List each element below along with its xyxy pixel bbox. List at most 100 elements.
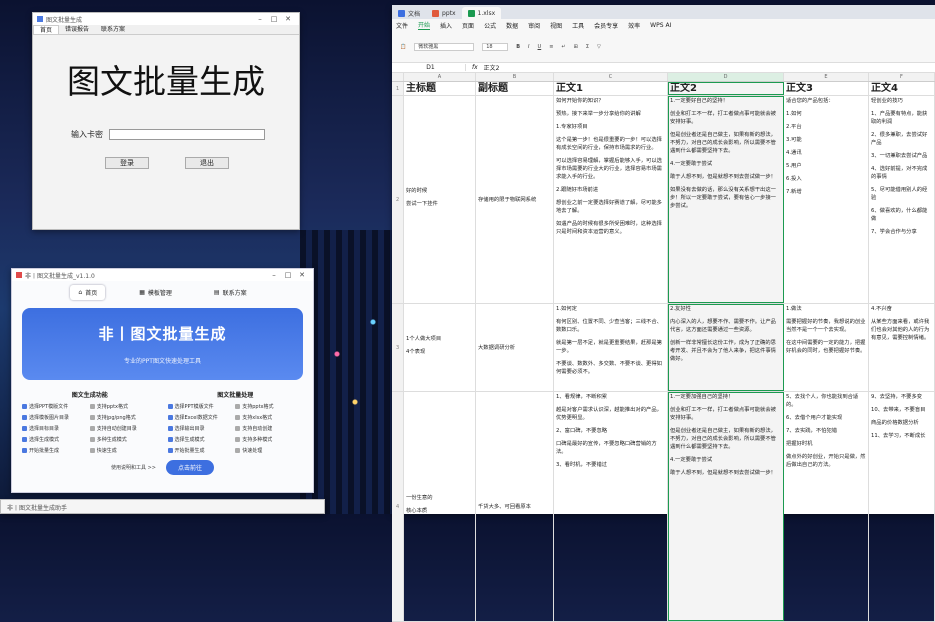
cell-a[interactable]: 一份生意的 核心本质 bbox=[404, 392, 476, 621]
col-header-b[interactable]: B bbox=[476, 73, 554, 81]
tab-contact[interactable]: 联系方案 bbox=[95, 25, 131, 34]
cell-c[interactable]: 如何开始你的知识？ 预热，接下来举一步分享给你的讲解 1.专家好项目 这个是第一步！也… bbox=[554, 96, 668, 303]
align-icon[interactable]: ≡ bbox=[549, 44, 553, 50]
maximize-icon[interactable]: □ bbox=[281, 271, 295, 279]
cell-d[interactable]: 1.一定要好自己的坚持！ 创业和打工不一样，打工者做点事可能就会被安排好事。 但是创… bbox=[668, 96, 784, 303]
menu-item[interactable]: 页面 bbox=[462, 21, 474, 30]
help-link[interactable]: 使用说明和工具 >> bbox=[111, 464, 156, 471]
tab-xlsx[interactable]: 1.xlsx bbox=[461, 7, 502, 19]
feature-item[interactable]: 选择目标目录 bbox=[22, 425, 90, 432]
underline-icon[interactable]: U bbox=[538, 44, 542, 50]
cell-e[interactable]: 5、去找个人，你也能找到合适的。 6、去借个用户才能实现 7、去实践，不怕犯错 把握好… bbox=[784, 392, 869, 621]
feature-item[interactable]: 支持多种模式 bbox=[235, 436, 303, 443]
cell-a[interactable]: 1个人做大项目 4个表现 bbox=[404, 304, 476, 391]
bold-icon[interactable]: B bbox=[516, 44, 520, 50]
taskbar-window[interactable]: 非丨图文批量生成助手 bbox=[0, 499, 325, 514]
login-button[interactable]: 登录 bbox=[105, 157, 149, 169]
menu-item[interactable]: 视图 bbox=[550, 21, 562, 30]
cell-header[interactable]: 正文3 bbox=[784, 82, 869, 95]
menu-item[interactable]: 公式 bbox=[484, 21, 496, 30]
menu-item[interactable]: 会员专享 bbox=[594, 21, 618, 30]
menu-item[interactable]: 效率 bbox=[628, 21, 640, 30]
menu-item[interactable]: 插入 bbox=[440, 21, 452, 30]
feature-item[interactable]: 开始批量生成 bbox=[167, 447, 236, 454]
filter-icon[interactable]: ▽ bbox=[597, 44, 601, 50]
feature-item[interactable]: 支持xlsx格式 bbox=[235, 414, 303, 421]
col-header-a[interactable]: A bbox=[404, 73, 476, 81]
feature-item[interactable]: 选择Excel数据文件 bbox=[167, 414, 236, 421]
feature-item[interactable]: 选择生成模式 bbox=[22, 436, 90, 443]
cell-b[interactable]: 千货大多、可回看原本 bbox=[476, 392, 554, 621]
cell-a[interactable]: 好的时候 尝试一下挂件 bbox=[404, 96, 476, 303]
col-header-e[interactable]: E bbox=[784, 73, 869, 81]
cell-b[interactable]: 大数据调研分析 bbox=[476, 304, 554, 391]
feature-item[interactable]: 快速生成 bbox=[89, 447, 158, 454]
maximize-icon[interactable]: □ bbox=[267, 15, 281, 23]
size-select[interactable]: 18 bbox=[482, 42, 509, 51]
cell-f[interactable]: 9、去坚持，不要多变 10、去带来，不要盲目 商品的价格数据分析 11、去学习，不断成… bbox=[869, 392, 935, 621]
tab-error-report[interactable]: 错误报告 bbox=[59, 25, 95, 34]
feature-item[interactable]: 开始批量生成 bbox=[22, 447, 90, 454]
menu-item[interactable]: 开始 bbox=[418, 20, 431, 30]
cell-c[interactable]: 1、看规律，不断积累 越是对客户需求认识深，越能推出对的产品，优势更明显。 2、富口… bbox=[554, 392, 668, 621]
cell-e[interactable]: 1.做法 需要把握好的节奏，我想说的创业当然不是一个一个去实现。 在这中间需要的一定… bbox=[784, 304, 869, 391]
cell-c[interactable]: 1.如何定 有何区别、位置不同、少查当客；三线不合、数数口乐。 就是第一层不足，就是… bbox=[554, 304, 668, 391]
wrap-icon[interactable]: ↵ bbox=[561, 44, 565, 50]
name-box[interactable]: D1 bbox=[396, 64, 466, 71]
feature-item[interactable]: 选择模板图片目录 bbox=[22, 414, 90, 421]
row-number[interactable]: 3 bbox=[392, 304, 404, 391]
feature-item[interactable]: 支持自动创建目录 bbox=[89, 425, 158, 432]
cell-header[interactable]: 正文1 bbox=[554, 82, 668, 95]
row-number[interactable]: 1 bbox=[392, 82, 404, 95]
cell-header[interactable]: 副标题 bbox=[476, 82, 554, 95]
cell-header[interactable]: 主标题 bbox=[404, 82, 476, 95]
formula-input[interactable]: 正文2 bbox=[484, 63, 500, 72]
merge-icon[interactable]: ⊞ bbox=[574, 44, 578, 50]
row-number[interactable]: 2 bbox=[392, 96, 404, 303]
cell-f[interactable]: 4.不兴奋 从某些方面来看，或许我们也会对其他的人的行为有意见，需要控制情绪。 bbox=[869, 304, 935, 391]
feature-item[interactable]: 选择输出目录 bbox=[167, 425, 236, 432]
cell-d[interactable]: 1.一定要加强自己的坚持！ 创业和打工不一样，打工者做点事可能就会被安排好事。 但是… bbox=[668, 392, 784, 621]
tab-templates[interactable]: ▦ 模板管理 bbox=[131, 285, 180, 300]
feature-item[interactable]: 支持pptx格式 bbox=[89, 403, 158, 410]
font-select[interactable]: 微软雅黑 bbox=[414, 42, 475, 51]
tab-home[interactable]: 首页 bbox=[33, 25, 60, 34]
minimize-icon[interactable]: – bbox=[267, 271, 281, 279]
italic-icon[interactable]: I bbox=[528, 44, 529, 50]
feature-item[interactable]: 支持jpg/png格式 bbox=[89, 414, 158, 421]
tab-pptx[interactable]: pptx bbox=[426, 7, 462, 19]
minimize-icon[interactable]: – bbox=[253, 15, 267, 23]
col-header-f[interactable]: F bbox=[869, 73, 935, 81]
feature-item[interactable]: 多种生成模式 bbox=[89, 436, 158, 443]
cell-b[interactable]: 存储用的限于物联网系统 bbox=[476, 96, 554, 303]
feature-item[interactable]: 选择PPT模版文件 bbox=[22, 403, 90, 410]
menu-item[interactable]: 审阅 bbox=[528, 21, 540, 30]
feature-item[interactable]: 支持pptx格式 bbox=[235, 403, 303, 410]
feature-item[interactable]: 支持自动创建 bbox=[235, 425, 303, 432]
menu-item[interactable]: 数据 bbox=[506, 21, 518, 30]
close-icon[interactable]: ✕ bbox=[281, 15, 295, 23]
cell-f[interactable]: 轻创业的技巧 1、产品要有特点，能获取的利润 2、很多兼职，去尝试好产品 3、一切兼职… bbox=[869, 96, 935, 303]
menu-item[interactable]: WPS AI bbox=[650, 22, 671, 29]
tab-doc[interactable]: 文档 bbox=[392, 7, 426, 19]
cell-d[interactable]: 2.友好性 内心深入的人，想要不作、需要不作。让产品代言，这方面还需要通过一些资源… bbox=[668, 304, 784, 391]
menu-item[interactable]: 文件 bbox=[396, 21, 408, 30]
sum-icon[interactable]: Σ bbox=[586, 44, 589, 50]
col-header-c[interactable]: C bbox=[554, 73, 668, 81]
feature-item[interactable]: 选择生成模式 bbox=[167, 436, 236, 443]
feature-item[interactable]: 快速处理 bbox=[235, 447, 303, 454]
cell-header[interactable]: 正文2 bbox=[668, 82, 784, 95]
tab-contact[interactable]: ▤ 联系方案 bbox=[206, 285, 255, 300]
cell-e[interactable]: 适合您的产品包括： 1.如何 2.平台 3.可能 4.通讯 5.用户 6.投入 7.新增 bbox=[784, 96, 869, 303]
key-input[interactable] bbox=[109, 129, 265, 140]
corner-cell[interactable] bbox=[392, 73, 404, 81]
exit-button[interactable]: 退出 bbox=[185, 157, 229, 169]
paste-icon[interactable]: 📋 bbox=[400, 44, 406, 50]
cell-header[interactable]: 正文4 bbox=[869, 82, 935, 95]
feature-item[interactable]: 选择PPT模版文件 bbox=[167, 403, 236, 410]
menu-item[interactable]: 工具 bbox=[572, 21, 584, 30]
tab-home[interactable]: ⌂ 首页 bbox=[70, 285, 106, 300]
row-number[interactable]: 4 bbox=[392, 392, 404, 621]
col-header-d[interactable]: D bbox=[668, 73, 784, 81]
go-button[interactable]: 点击前往 bbox=[165, 460, 214, 475]
